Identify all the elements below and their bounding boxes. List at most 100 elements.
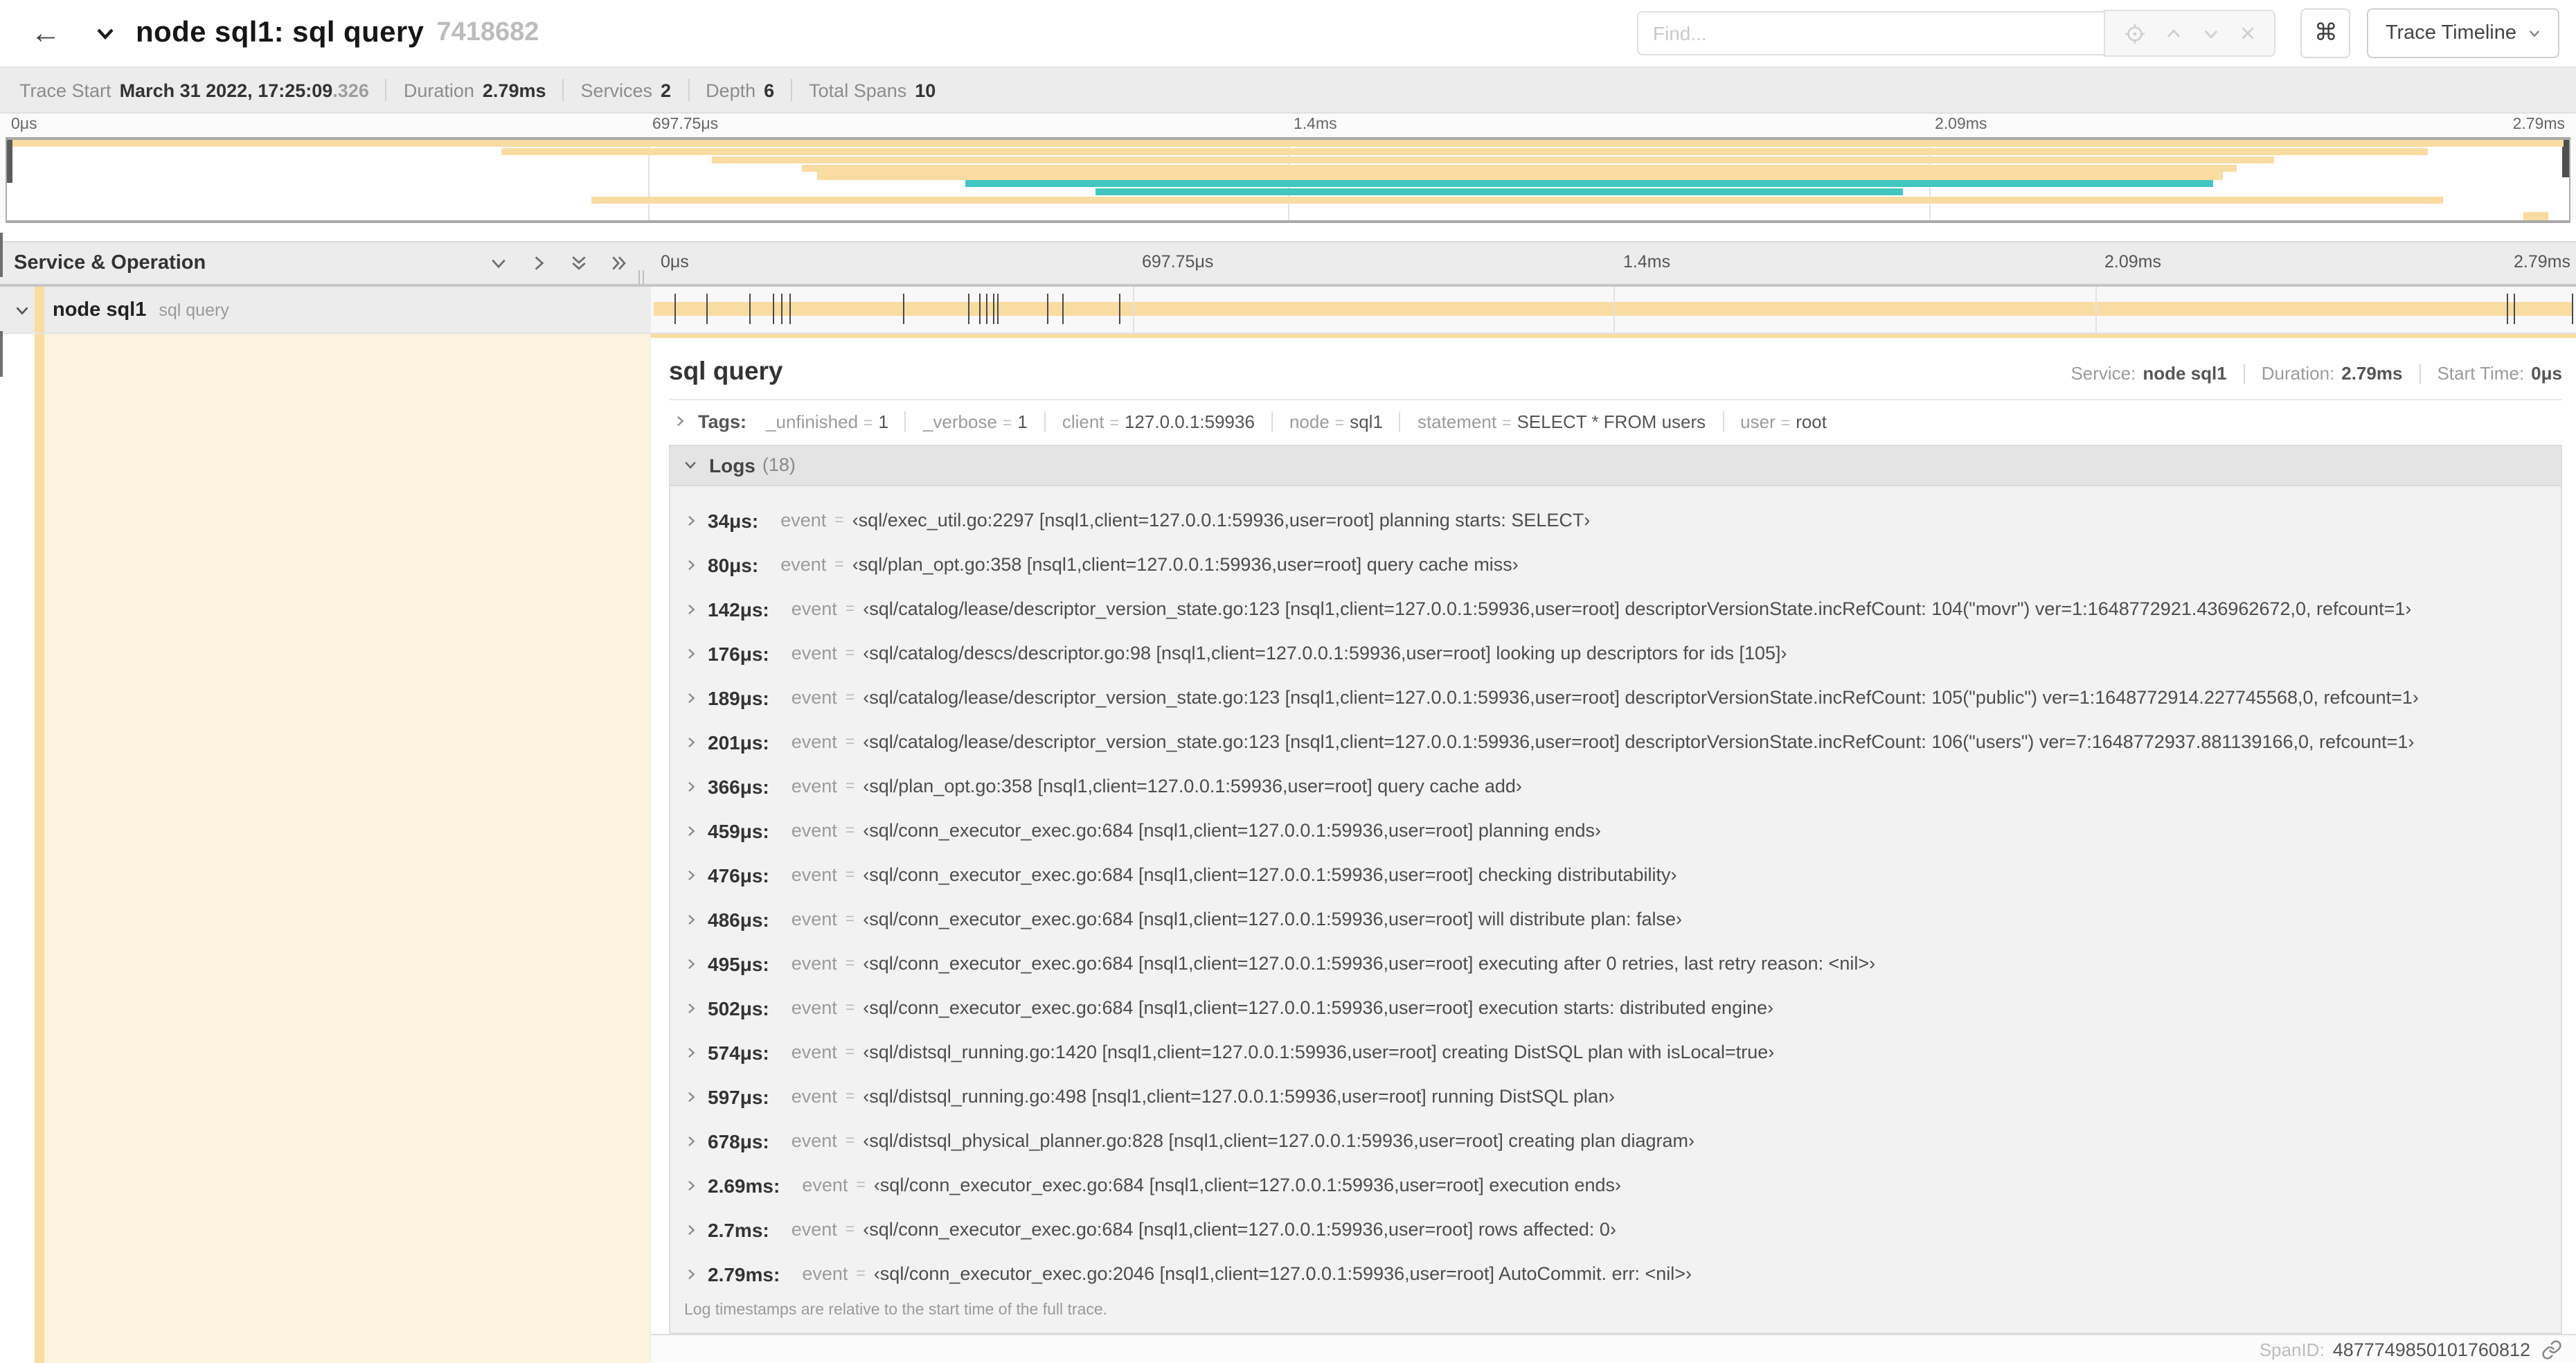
log-field-key: event (791, 1219, 837, 1240)
log-expand-chevron-icon (684, 735, 698, 749)
span-row[interactable]: node sql1 sql query (0, 287, 2576, 334)
log-timestamp: 502μs: (708, 997, 769, 1019)
log-row[interactable]: 34μs: event = ‹sql/exec_util.go:2297 [ns… (670, 498, 2561, 542)
ruler-tick-label: 697.75μs (1142, 252, 1214, 271)
span-detail-panel: sql query Service: node sql1 Duration: 2… (651, 334, 2576, 1363)
expand-one-icon[interactable] (529, 253, 548, 273)
ruler-tick-label: 2.79ms (2514, 252, 2570, 271)
minimap-span-bar (965, 180, 2213, 188)
log-row[interactable]: 476μs: event = ‹sql/conn_executor_exec.g… (670, 853, 2561, 897)
log-row[interactable]: 142μs: event = ‹sql/catalog/lease/descri… (670, 587, 2561, 631)
trace-stats-bar: Trace Start March 31 2022, 17:25:09 .326… (0, 66, 2576, 114)
logs-collapse-chevron-icon (683, 457, 698, 472)
copy-link-icon[interactable] (2541, 1339, 2562, 1360)
log-row[interactable]: 366μs: event = ‹sql/plan_opt.go:358 [nsq… (670, 764, 2561, 808)
trace-id: 7418682 (436, 18, 539, 47)
log-field-value: ‹sql/conn_executor_exec.go:684 [nsql1,cl… (863, 1219, 1616, 1240)
log-marker (2514, 294, 2516, 324)
log-field-key: event (791, 776, 837, 797)
collapse-trace-chevron-icon[interactable] (94, 22, 116, 44)
log-row[interactable]: 486μs: event = ‹sql/conn_executor_exec.g… (670, 897, 2561, 941)
log-row[interactable]: 502μs: event = ‹sql/conn_executor_exec.g… (670, 986, 2561, 1030)
log-expand-chevron-icon (684, 1001, 698, 1015)
span-color-bar (35, 334, 44, 1363)
log-marker (992, 294, 994, 324)
tag-item: statement = SELECT * FROM users (1399, 411, 1722, 432)
tag-item: user = root (1722, 411, 1843, 432)
span-detail-title: sql query (669, 356, 783, 385)
left-scroll-mark (0, 331, 3, 377)
log-entries: 34μs: event = ‹sql/exec_util.go:2297 [ns… (670, 485, 2561, 1299)
trace-header: ← node sql1: sql query 7418682 ⌘ Trace T… (0, 0, 2576, 66)
log-field-key: event (780, 554, 827, 576)
minimap-span-bar (501, 148, 2429, 156)
log-row[interactable]: 80μs: event = ‹sql/plan_opt.go:358 [nsql… (670, 542, 2561, 587)
divider (2419, 364, 2421, 383)
log-marker (979, 294, 981, 324)
collapse-all-icon[interactable] (569, 253, 589, 273)
log-expand-chevron-icon (684, 1134, 698, 1148)
log-row[interactable]: 459μs: event = ‹sql/conn_executor_exec.g… (670, 808, 2561, 853)
log-timestamp: 201μs: (708, 731, 769, 754)
equals-sign: = (864, 415, 873, 432)
span-service-name: node sql1 (53, 299, 147, 321)
trace-view-selector[interactable]: Trace Timeline (2367, 8, 2559, 58)
minimap-canvas[interactable] (6, 137, 2570, 223)
back-button[interactable]: ← (30, 17, 61, 48)
equals-sign: = (845, 999, 855, 1017)
log-row[interactable]: 678μs: event = ‹sql/distsql_physical_pla… (670, 1119, 2561, 1163)
find-clear-x-icon[interactable] (2239, 25, 2255, 42)
log-field-key: event (791, 731, 837, 753)
log-row[interactable]: 597μs: event = ‹sql/distsql_running.go:4… (670, 1074, 2561, 1119)
ruler-tick-label: 2.09ms (1935, 116, 1987, 133)
log-timestamp: 2.7ms: (708, 1218, 769, 1241)
minimap-span-bar (711, 156, 2275, 164)
span-operation-name: sql query (159, 300, 229, 319)
log-marker (674, 294, 676, 324)
log-marker (997, 294, 999, 324)
chevron-down-icon (2528, 26, 2541, 40)
find-input[interactable] (1637, 11, 2104, 55)
log-row[interactable]: 2.69ms: event = ‹sql/conn_executor_exec.… (670, 1163, 2561, 1207)
collapse-one-icon[interactable] (489, 253, 508, 273)
stat-label: Total Spans (809, 80, 907, 100)
log-row[interactable]: 189μs: event = ‹sql/catalog/lease/descri… (670, 675, 2561, 720)
log-row[interactable]: 574μs: event = ‹sql/distsql_running.go:1… (670, 1030, 2561, 1074)
find-prev-chevron-up-icon[interactable] (2165, 24, 2183, 42)
log-field-value: ‹sql/conn_executor_exec.go:684 [nsql1,cl… (873, 1175, 1622, 1196)
span-collapse-chevron-icon[interactable] (14, 301, 30, 318)
meta-value: 0μs (2531, 363, 2562, 384)
crosshair-icon[interactable] (2125, 23, 2145, 44)
log-field-value: ‹sql/conn_executor_exec.go:684 [nsql1,cl… (863, 864, 1677, 886)
log-marker (789, 294, 791, 324)
stat-item: Services 2 (581, 80, 672, 100)
tags-label[interactable]: Tags: (698, 411, 746, 431)
equals-sign: = (845, 733, 855, 751)
column-resizer[interactable] (638, 270, 644, 284)
log-expand-chevron-icon (684, 1178, 698, 1192)
log-row[interactable]: 201μs: event = ‹sql/catalog/lease/descri… (670, 720, 2561, 764)
log-timestamp: 366μs: (708, 775, 769, 798)
find-next-chevron-down-icon[interactable] (2202, 24, 2220, 42)
logs-header[interactable]: Logs (18) (670, 445, 2561, 486)
keyboard-shortcuts-button[interactable]: ⌘ (2300, 8, 2351, 58)
log-field-key: event (791, 820, 837, 841)
expand-all-icon[interactable] (609, 253, 629, 273)
log-expand-chevron-icon (684, 1267, 698, 1281)
log-field-value: ‹sql/distsql_running.go:1420 [nsql1,clie… (863, 1042, 1775, 1063)
divider (688, 79, 690, 101)
log-expand-chevron-icon (684, 513, 698, 527)
detail-row-name-column (0, 334, 651, 1363)
log-expand-chevron-icon (684, 956, 698, 970)
equals-sign: = (834, 556, 844, 573)
tag-item: _verbose = 1 (904, 411, 1044, 432)
logs-count: (18) (762, 454, 796, 476)
tags-expand-chevron-icon[interactable] (673, 414, 687, 428)
log-row[interactable]: 176μs: event = ‹sql/catalog/descs/descri… (670, 631, 2561, 675)
log-row[interactable]: 495μs: event = ‹sql/conn_executor_exec.g… (670, 941, 2561, 986)
log-row[interactable]: 2.79ms: event = ‹sql/conn_executor_exec.… (670, 1251, 2561, 1296)
log-row[interactable]: 2.7ms: event = ‹sql/conn_executor_exec.g… (670, 1207, 2561, 1251)
log-expand-chevron-icon (684, 868, 698, 882)
equals-sign: = (845, 778, 855, 795)
span-id-bar: SpanID: 4877749850101760812 (651, 1333, 2576, 1363)
